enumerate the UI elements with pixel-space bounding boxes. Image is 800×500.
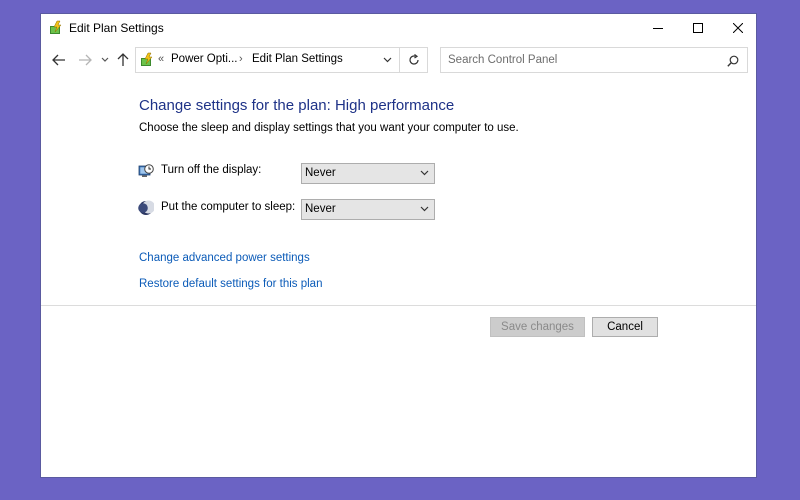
power-options-icon (48, 20, 64, 36)
back-arrow-icon (52, 54, 65, 66)
back-button[interactable] (49, 48, 69, 72)
restore-defaults-link[interactable]: Restore default settings for this plan (139, 278, 322, 290)
forward-button[interactable] (75, 48, 95, 72)
search-icon[interactable] (727, 54, 739, 72)
refresh-button[interactable] (400, 47, 428, 73)
breadcrumb-separator[interactable]: › (239, 53, 243, 65)
display-timeout-select[interactable]: Never (301, 163, 435, 184)
maximize-button[interactable] (678, 14, 718, 42)
cancel-button[interactable]: Cancel (592, 317, 658, 337)
page-heading: Change settings for the plan: High perfo… (139, 97, 455, 114)
breadcrumb-overflow[interactable]: « (158, 53, 164, 65)
recent-locations-button[interactable] (99, 48, 111, 72)
sleep-timeout-label: Put the computer to sleep: (161, 201, 296, 213)
divider (41, 305, 756, 306)
forward-arrow-icon (79, 54, 92, 66)
maximize-icon (693, 23, 703, 33)
advanced-power-settings-link[interactable]: Change advanced power settings (139, 252, 310, 264)
address-bar[interactable]: « Power Opti... › Edit Plan Settings (135, 47, 400, 73)
edit-plan-window: Edit Plan Settings « Power Opti... › Edi… (40, 13, 757, 478)
up-arrow-icon (117, 53, 129, 66)
minimize-button[interactable] (638, 14, 678, 42)
navigation-bar: « Power Opti... › Edit Plan Settings (41, 46, 756, 74)
chevron-down-icon (101, 57, 109, 62)
moon-icon (138, 200, 155, 216)
breadcrumb-edit-plan-settings[interactable]: Edit Plan Settings (252, 53, 343, 65)
window-title: Edit Plan Settings (69, 21, 164, 35)
display-timeout-label: Turn off the display: (161, 164, 262, 176)
save-changes-button[interactable]: Save changes (490, 317, 585, 337)
chevron-down-icon (383, 57, 391, 63)
chevron-down-icon (420, 170, 429, 176)
display-timeout-value: Never (305, 167, 336, 179)
close-button[interactable] (718, 14, 758, 42)
search-box[interactable] (440, 47, 748, 73)
up-button[interactable] (115, 48, 131, 72)
search-input[interactable] (448, 52, 718, 68)
breadcrumb-power-options[interactable]: Power Opti... (171, 53, 237, 65)
power-options-icon (139, 52, 155, 68)
address-dropdown-button[interactable] (376, 48, 398, 72)
refresh-icon (408, 54, 419, 65)
page-description: Choose the sleep and display settings th… (139, 122, 519, 134)
sleep-timeout-select[interactable]: Never (301, 199, 435, 220)
title-bar[interactable]: Edit Plan Settings (41, 14, 756, 42)
sleep-timeout-value: Never (305, 203, 336, 215)
close-icon (733, 23, 743, 33)
chevron-down-icon (420, 206, 429, 212)
minimize-icon (653, 28, 663, 29)
monitor-clock-icon (138, 163, 154, 179)
